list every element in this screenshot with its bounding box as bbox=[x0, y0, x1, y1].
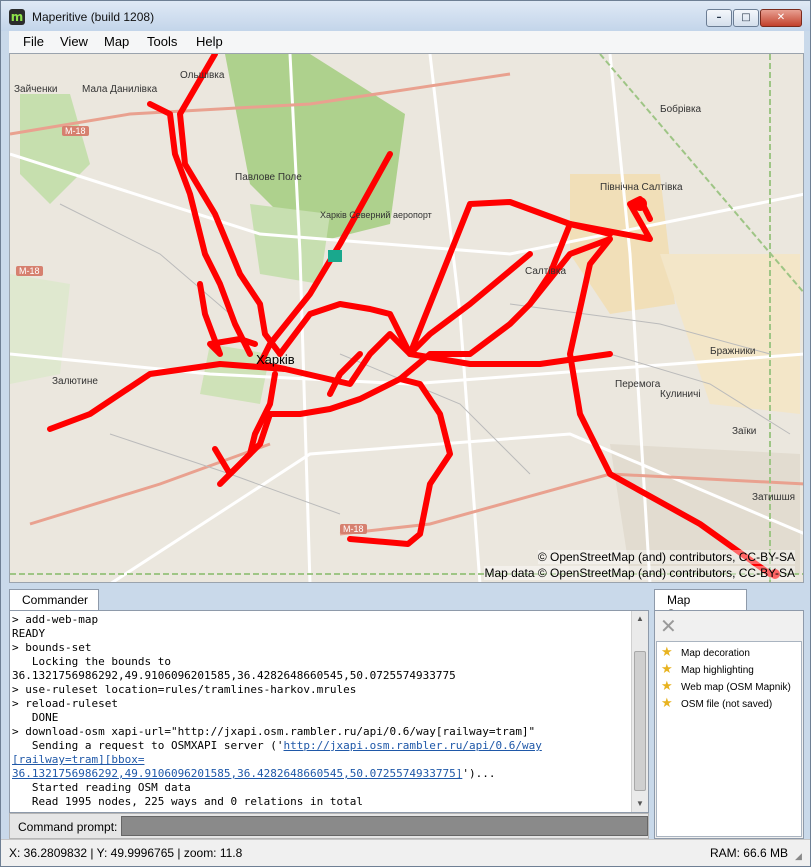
source-item-map-decoration[interactable]: ★ Map decoration bbox=[661, 646, 750, 662]
menu-map[interactable]: Map bbox=[104, 34, 129, 49]
command-prompt-input[interactable] bbox=[121, 816, 648, 836]
map-attribution: © OpenStreetMap (and) contributors, CC-B… bbox=[537, 550, 795, 564]
scroll-down-icon[interactable]: ▼ bbox=[632, 796, 648, 812]
console-text: ')... bbox=[462, 767, 496, 780]
xapi-link-bbox[interactable]: 36.1321756986292,49.9106096201585,36.428… bbox=[12, 767, 462, 780]
place-label: Мала Данилівка bbox=[82, 84, 158, 95]
console-line: READY bbox=[12, 627, 46, 640]
console-line: DONE bbox=[12, 711, 59, 724]
console-scrollbar[interactable]: ▲ ▼ bbox=[631, 611, 648, 812]
scroll-up-icon[interactable]: ▲ bbox=[632, 611, 648, 627]
source-label: Map highlighting bbox=[681, 665, 754, 676]
console-line: 36.1321756986292,49.9106096201585,36.428… bbox=[12, 767, 632, 781]
source-item-web-map[interactable]: ★ Web map (OSM Mapnik) bbox=[661, 680, 791, 696]
place-label: Залютине bbox=[52, 376, 98, 387]
console-line: [railway=tram][bbox= bbox=[12, 753, 632, 767]
console-line: Sending a request to OSMXAPI server ('ht… bbox=[12, 739, 632, 753]
tab-commander[interactable]: Commander bbox=[9, 589, 99, 610]
place-label: Бобрівка bbox=[660, 104, 702, 115]
window-title: Maperitive (build 1208) bbox=[32, 10, 155, 24]
menu-tools[interactable]: Tools bbox=[147, 34, 177, 49]
map-sources-panel: ✕ ★ Map decoration ★ Map highlighting ★ Web… bbox=[654, 610, 804, 839]
star-icon: ★ bbox=[661, 679, 673, 694]
console-line: > bounds-set bbox=[12, 641, 92, 654]
source-label: OSM file (not saved) bbox=[681, 699, 773, 710]
maximize-button[interactable]: □ bbox=[733, 9, 759, 27]
place-label: Зайченки bbox=[14, 84, 58, 95]
menu-file[interactable]: File bbox=[23, 34, 44, 49]
place-label: Заїки bbox=[732, 426, 757, 437]
map-canvas[interactable] bbox=[10, 54, 804, 583]
star-icon: ★ bbox=[661, 696, 673, 711]
scrollbar-thumb[interactable] bbox=[634, 651, 646, 791]
place-label: Північна Салтівка bbox=[600, 182, 683, 193]
source-label: Web map (OSM Mapnik) bbox=[681, 682, 791, 693]
sources-list: ★ Map decoration ★ Map highlighting ★ Web m… bbox=[656, 641, 802, 837]
zoom-readout: | zoom: 11.8 bbox=[177, 846, 243, 860]
menu-view[interactable]: View bbox=[60, 34, 88, 49]
console-log: > add-web-map READY > bounds-set Locking… bbox=[12, 613, 632, 809]
place-label: Салтівка bbox=[525, 266, 567, 277]
console-line: > use-ruleset location=rules/tramlines-h… bbox=[12, 683, 357, 696]
app-logo-icon: m bbox=[9, 9, 25, 25]
remove-source-icon[interactable]: ✕ bbox=[660, 616, 680, 636]
console-line: Started reading OSM data bbox=[12, 781, 191, 794]
console-line: > download-osm xapi-url="http://jxapi.os… bbox=[12, 725, 536, 738]
place-label: Кулиничі bbox=[660, 389, 701, 400]
place-label: Затишшя bbox=[752, 492, 796, 503]
commander-output[interactable]: > add-web-map READY > bounds-set Locking… bbox=[9, 610, 649, 813]
close-button[interactable]: ✕ bbox=[760, 9, 802, 27]
status-bar: X: 36.2809832 | Y: 49.9996765 | zoom: 11… bbox=[1, 839, 810, 866]
menu-help[interactable]: Help bbox=[196, 34, 223, 49]
resize-grip-icon[interactable]: ◢ bbox=[795, 851, 807, 863]
source-item-map-highlighting[interactable]: ★ Map highlighting bbox=[661, 663, 754, 679]
star-icon: ★ bbox=[661, 645, 673, 660]
console-line: Locking the bounds to bbox=[12, 655, 171, 668]
park-north bbox=[250, 204, 330, 284]
source-label: Map decoration bbox=[681, 648, 750, 659]
tab-map-sources[interactable]: Map Sources bbox=[654, 589, 747, 621]
console-line: 36.1321756986292,49.9106096201585,36.428… bbox=[12, 669, 456, 682]
place-label: Перемога bbox=[615, 379, 661, 390]
menu-bar: File View Map Tools Help bbox=[9, 31, 804, 53]
star-icon: ★ bbox=[661, 662, 673, 677]
stadium-marker bbox=[328, 250, 342, 262]
command-prompt-label: Command prompt: bbox=[18, 820, 118, 834]
sources-toolbar: ✕ bbox=[657, 613, 801, 639]
xapi-link[interactable]: http://jxapi.osm.rambler.ru/api/0.6/way bbox=[284, 739, 542, 752]
road-badge: M-18 bbox=[340, 524, 367, 534]
tram-terminus-north bbox=[633, 197, 647, 211]
road-badge: M-18 bbox=[16, 266, 43, 276]
xapi-link-continued[interactable]: [railway=tram][bbox= bbox=[12, 753, 144, 766]
status-ram: RAM: 66.6 MB bbox=[709, 846, 788, 860]
map-data-attribution: Map data © OpenStreetMap (and) contribut… bbox=[484, 566, 795, 580]
command-prompt-row: Command prompt: bbox=[9, 813, 649, 839]
place-label: Павлове Поле bbox=[235, 172, 302, 183]
map-view[interactable]: Ольшівка Зайченки Мала Данилівка Павлове… bbox=[9, 53, 804, 583]
status-coordinates: X: 36.2809832 | Y: 49.9996765 | zoom: 11… bbox=[9, 846, 242, 860]
source-item-osm-file[interactable]: ★ OSM file (not saved) bbox=[661, 697, 772, 713]
coordinates-readout: X: 36.2809832 | Y: 49.9996765 bbox=[9, 846, 175, 860]
console-text: Sending a request to OSMXAPI server (' bbox=[12, 739, 284, 752]
place-label: Харків Северний аеропорт bbox=[320, 210, 432, 220]
title-bar[interactable]: m Maperitive (build 1208) – □ ✕ bbox=[1, 1, 810, 31]
console-line: > add-web-map bbox=[12, 613, 99, 626]
app-window: m Maperitive (build 1208) – □ ✕ File Vie… bbox=[0, 0, 811, 867]
console-line: > reload-ruleset bbox=[12, 697, 118, 710]
place-label: Бражники bbox=[710, 346, 756, 357]
minimize-button[interactable]: – bbox=[706, 9, 732, 27]
city-label: Харків bbox=[256, 352, 295, 367]
road-badge: M-18 bbox=[62, 126, 89, 136]
place-label: Ольшівка bbox=[180, 70, 225, 81]
console-line: Read 1995 nodes, 225 ways and 0 relation… bbox=[12, 795, 363, 808]
